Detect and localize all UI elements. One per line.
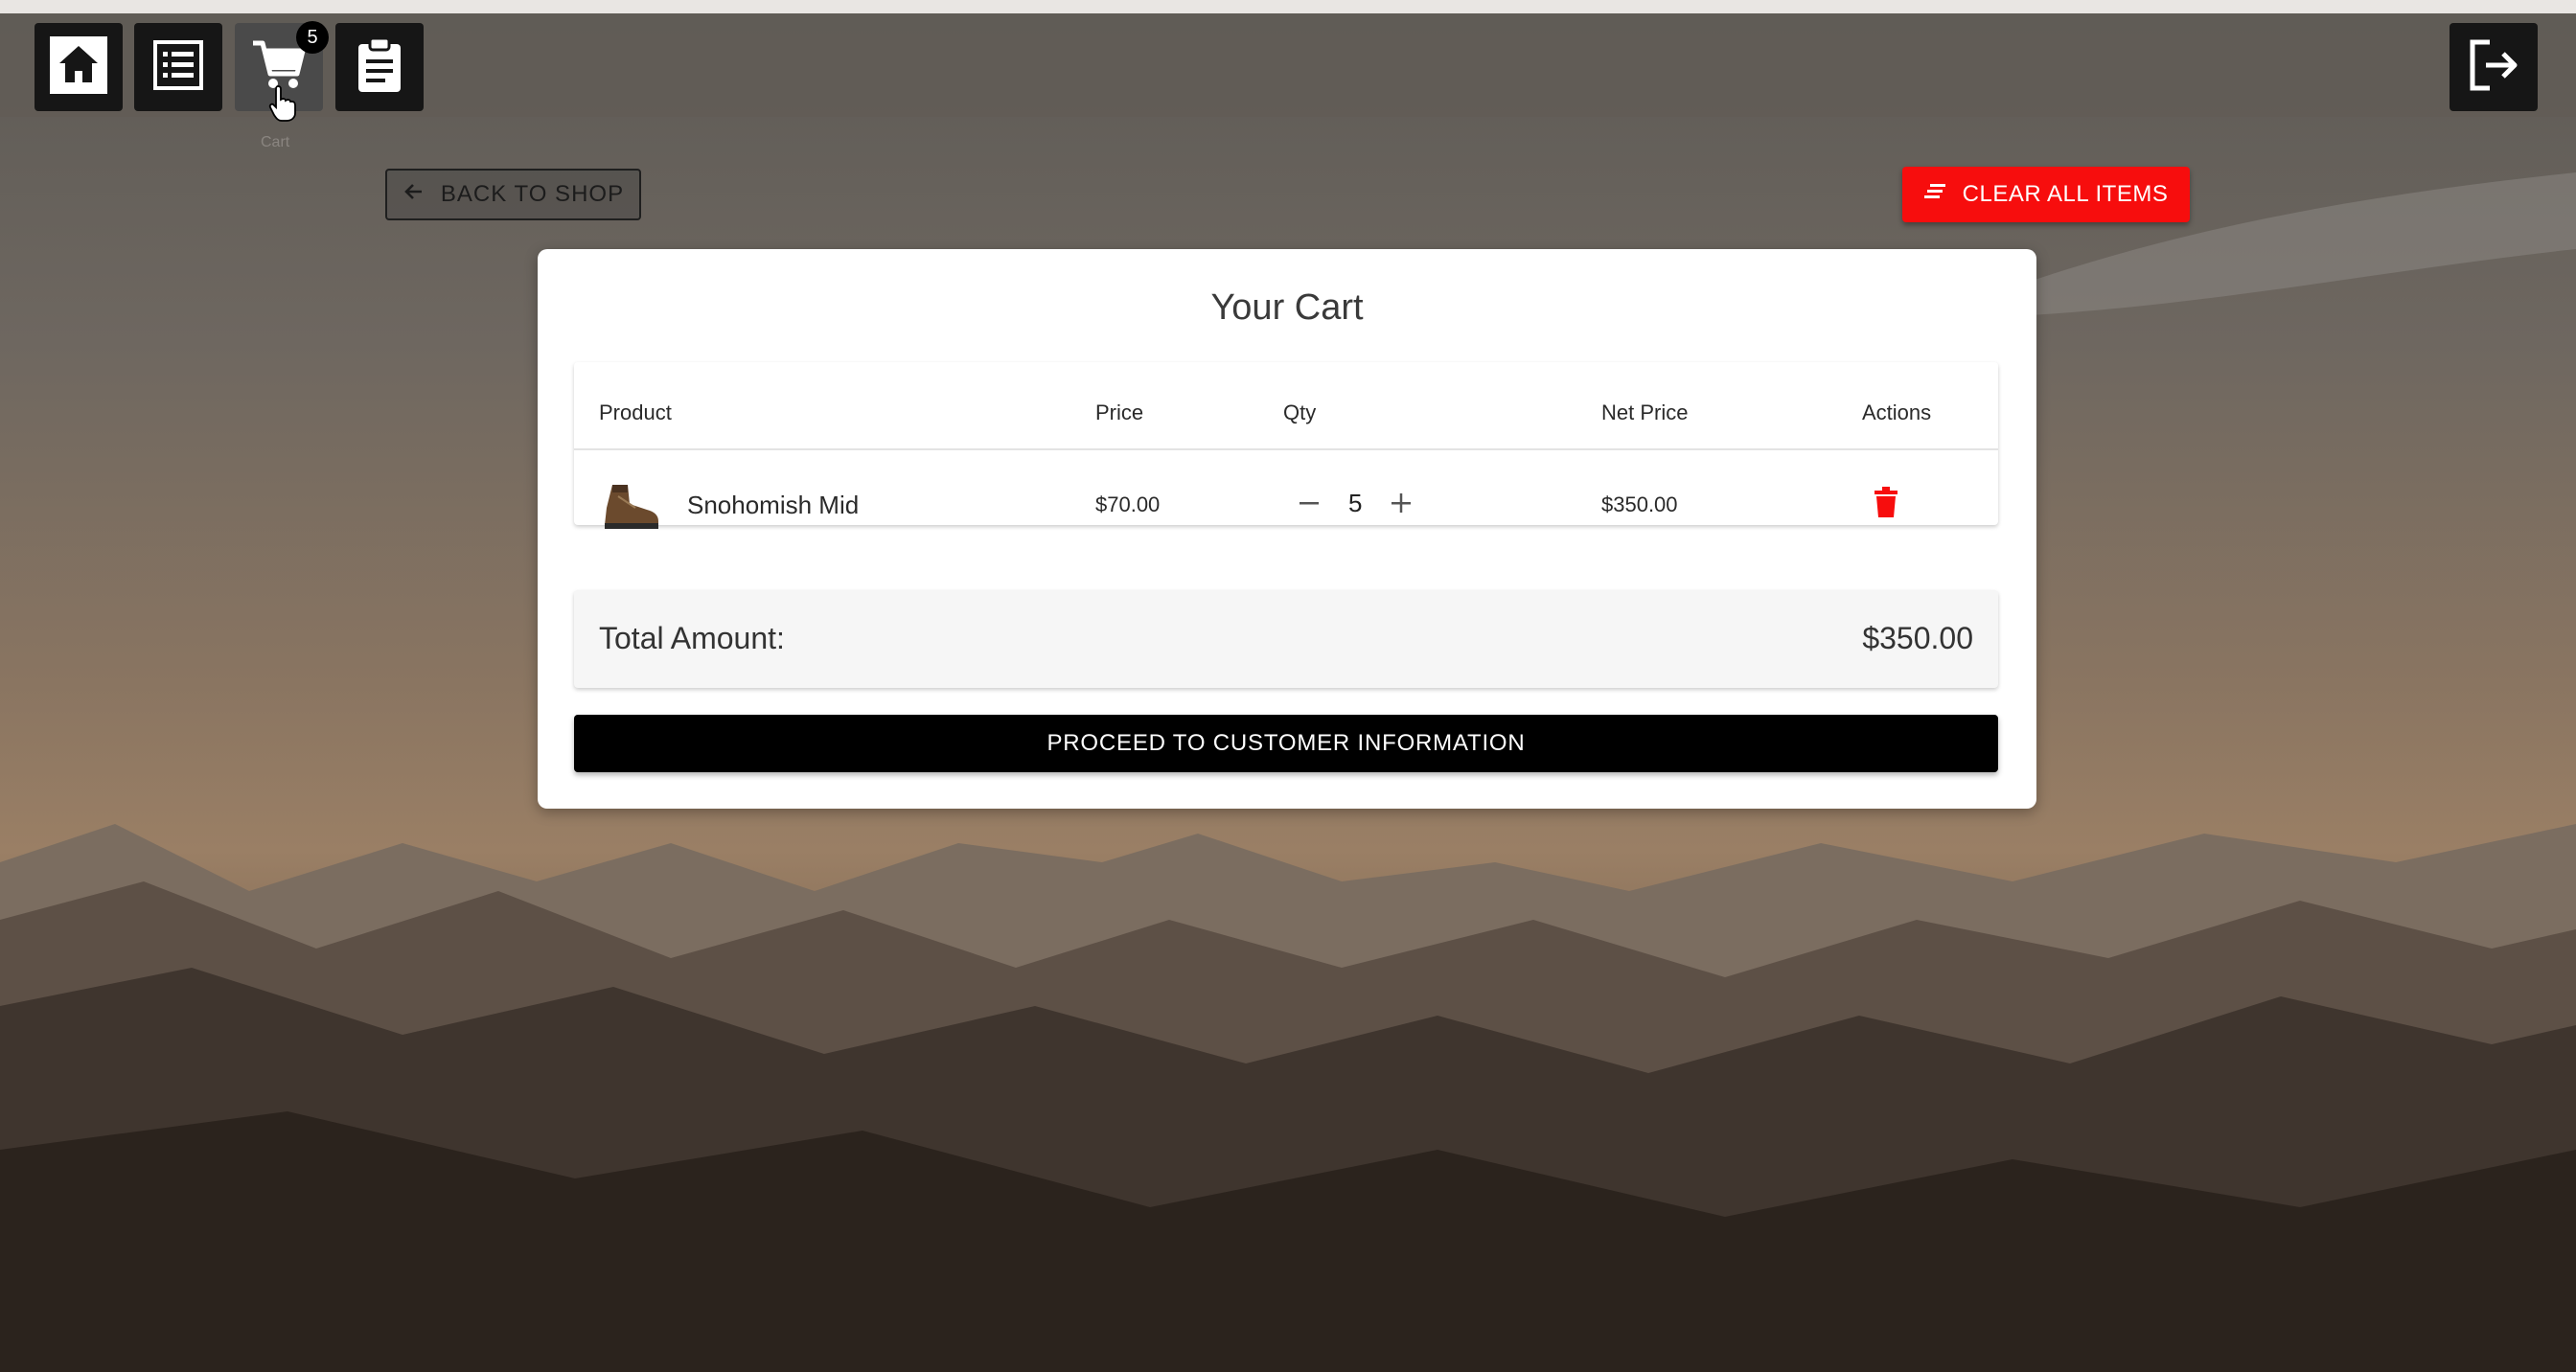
proceed-to-customer-info-button[interactable]: PROCEED TO CUSTOMER INFORMATION <box>574 715 1998 772</box>
back-to-shop-button[interactable]: BACK TO SHOP <box>385 169 641 220</box>
clipboard-icon <box>355 36 404 99</box>
logout-button[interactable] <box>2450 23 2538 111</box>
column-header-qty: Qty <box>1283 400 1317 424</box>
arrow-left-icon <box>402 180 426 210</box>
total-summary: Total Amount: $350.00 <box>574 590 1998 688</box>
header-divider <box>574 448 1998 450</box>
column-header-product: Product <box>599 400 672 424</box>
home-icon <box>48 34 109 101</box>
decrease-quantity-button[interactable] <box>1293 487 1325 519</box>
clear-all-items-button[interactable]: CLEAR ALL ITEMS <box>1902 167 2190 222</box>
clear-all-label: CLEAR ALL ITEMS <box>1962 181 2169 207</box>
increase-quantity-button[interactable] <box>1385 487 1417 519</box>
total-amount-label: Total Amount: <box>599 621 785 655</box>
list-icon <box>151 38 205 97</box>
orders-button[interactable] <box>335 23 424 111</box>
column-header-actions: Actions <box>1862 400 1932 424</box>
browser-strip <box>0 0 2576 13</box>
delete-item-button[interactable] <box>1874 487 1898 523</box>
quantity-stepper: 5 <box>1293 487 1417 519</box>
catalog-list-button[interactable] <box>134 23 222 111</box>
clear-all-icon <box>1923 181 1947 208</box>
cart-card: Your Cart Product Price Qty Net Price Ac… <box>538 249 2036 809</box>
hand-cursor-icon <box>268 84 297 127</box>
product-name[interactable]: Snohomish Mid <box>687 491 859 520</box>
product-thumbnail <box>599 479 662 538</box>
column-header-net-price: Net Price <box>1601 400 1689 424</box>
product-price: $70.00 <box>1095 492 1161 516</box>
quantity-value: 5 <box>1348 488 1363 517</box>
column-header-price: Price <box>1095 400 1144 424</box>
net-price: $350.00 <box>1601 492 1678 516</box>
cart-count-badge: 5 <box>296 21 329 54</box>
home-button[interactable] <box>34 23 123 111</box>
cart-table: Product Price Qty Net Price Actions Snoh… <box>574 362 1998 529</box>
trash-icon <box>1874 487 1898 522</box>
back-to-shop-label: BACK TO SHOP <box>440 181 625 207</box>
logout-icon <box>2465 36 2522 99</box>
total-amount-value: $350.00 <box>1862 621 1973 655</box>
cart-title: Your Cart <box>1210 287 1364 328</box>
cart-tooltip: Cart <box>261 134 290 150</box>
